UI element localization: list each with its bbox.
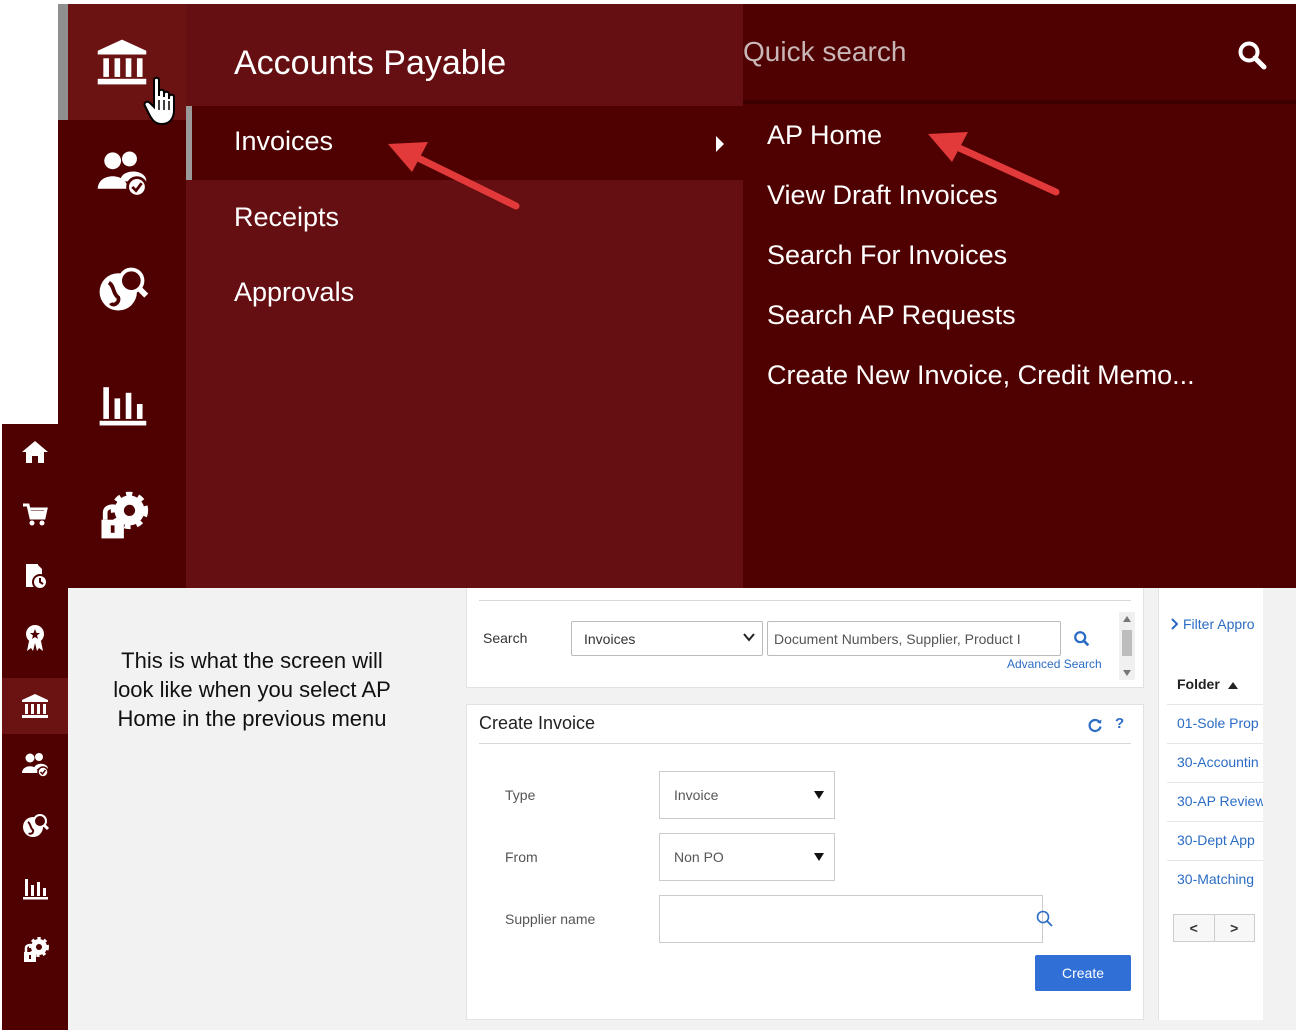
- panel-scrollbar[interactable]: [1119, 612, 1135, 680]
- home-icon[interactable]: [15, 432, 55, 472]
- bank-icon[interactable]: [2, 678, 68, 734]
- scrollbar-thumb[interactable]: [1122, 630, 1132, 656]
- menu-category-column: Accounts Payable Invoices Receipts Appro…: [186, 4, 743, 588]
- filter-approvals-link[interactable]: Filter Appro: [1171, 616, 1255, 632]
- hand-cursor-icon: [143, 76, 175, 126]
- panel-divider: [479, 743, 1131, 744]
- selected-category-indicator: [186, 106, 192, 180]
- menu-submenu-column: Quick search AP Home View Draft Invoices…: [743, 4, 1296, 588]
- folder-column-header[interactable]: Folder: [1177, 676, 1238, 692]
- folder-row[interactable]: 01-Sole Prop: [1167, 704, 1263, 742]
- active-icon-indicator: [58, 4, 68, 120]
- cart-icon[interactable]: [15, 494, 55, 534]
- search-type-select[interactable]: Invoices: [571, 621, 763, 656]
- from-label: From: [505, 849, 538, 865]
- globe-search-icon[interactable]: [15, 806, 55, 846]
- sort-asc-icon: [1227, 681, 1238, 689]
- submenu-item-search-for-invoices[interactable]: Search For Invoices: [767, 240, 1007, 271]
- folder-row[interactable]: 30-AP Review: [1167, 782, 1263, 820]
- advanced-search-link[interactable]: Advanced Search: [1007, 657, 1102, 671]
- create-button[interactable]: Create: [1035, 955, 1131, 991]
- search-button[interactable]: [1065, 621, 1099, 656]
- mega-menu: Accounts Payable Invoices Receipts Appro…: [58, 4, 1296, 588]
- gear-lock-icon[interactable]: [15, 930, 55, 970]
- globe-search-icon[interactable]: [92, 260, 152, 320]
- panel-divider: [479, 600, 1131, 601]
- quick-search-bar[interactable]: Quick search: [743, 4, 1296, 104]
- supplier-name-label: Supplier name: [505, 911, 596, 927]
- document-clock-icon[interactable]: [15, 556, 55, 596]
- filter-approvals-label: Filter Appro: [1183, 616, 1255, 632]
- create-invoice-panel: Create Invoice ? Type Invoice From Non P…: [466, 704, 1144, 1020]
- scroll-up-icon[interactable]: [1123, 616, 1131, 622]
- users-icon[interactable]: [15, 744, 55, 784]
- supplier-search-icon[interactable]: [1035, 909, 1055, 929]
- search-type-value: Invoices: [584, 631, 636, 647]
- submenu-arrow-icon: [716, 136, 724, 152]
- bar-chart-icon[interactable]: [92, 374, 152, 434]
- quick-search-input[interactable]: Quick search: [743, 36, 906, 68]
- menu-item-approvals[interactable]: Approvals: [234, 277, 354, 308]
- create-invoice-title: Create Invoice: [479, 713, 596, 733]
- refresh-icon[interactable]: [1087, 717, 1103, 733]
- submenu-item-create-new-invoice[interactable]: Create New Invoice, Credit Memo...: [767, 360, 1195, 391]
- scroll-down-icon[interactable]: [1123, 670, 1131, 676]
- chevron-right-icon: [1171, 618, 1179, 630]
- document-search-input[interactable]: Document Numbers, Supplier, Product I: [767, 621, 1061, 656]
- menu-item-invoices[interactable]: Invoices: [234, 126, 333, 157]
- approvals-panel: Filter Appro Folder 01-Sole Prop 30-Acco…: [1158, 586, 1263, 1020]
- chevron-down-icon: [743, 633, 755, 642]
- menu-section-title: Accounts Payable: [234, 44, 507, 82]
- folder-row[interactable]: 30-Matching: [1167, 860, 1263, 898]
- menu-icon-column: [58, 4, 186, 588]
- award-icon[interactable]: [15, 618, 55, 658]
- type-label: Type: [505, 787, 536, 803]
- supplier-name-input[interactable]: [659, 895, 1043, 943]
- folder-row[interactable]: 30-Accountin: [1167, 743, 1263, 781]
- bar-chart-icon[interactable]: [15, 868, 55, 908]
- pager-next-button[interactable]: >: [1213, 915, 1255, 941]
- type-dropdown[interactable]: Invoice: [659, 771, 835, 819]
- gear-lock-icon[interactable]: [92, 486, 152, 546]
- from-value: Non PO: [674, 849, 724, 865]
- folder-header-label: Folder: [1177, 676, 1220, 692]
- folder-pager: < >: [1173, 914, 1255, 942]
- dropdown-arrow-icon: [814, 791, 824, 799]
- search-panel: Search Invoices Document Numbers, Suppli…: [466, 586, 1144, 688]
- users-icon[interactable]: [92, 142, 152, 202]
- search-icon[interactable]: [1237, 40, 1267, 70]
- dropdown-arrow-icon: [814, 853, 824, 861]
- submenu-item-search-ap-requests[interactable]: Search AP Requests: [767, 300, 1016, 331]
- search-icon: [1074, 630, 1090, 646]
- annotation-arrow-ap-home: [928, 132, 1060, 196]
- search-label: Search: [483, 630, 528, 646]
- folder-row[interactable]: 30-Dept App: [1167, 821, 1263, 859]
- from-dropdown[interactable]: Non PO: [659, 833, 835, 881]
- type-value: Invoice: [674, 787, 719, 803]
- instruction-caption: This is what the screen will look like w…: [113, 648, 391, 731]
- pager-prev-button[interactable]: <: [1174, 915, 1214, 941]
- submenu-item-ap-home[interactable]: AP Home: [767, 120, 882, 151]
- menu-item-receipts[interactable]: Receipts: [234, 202, 339, 233]
- annotation-arrow-invoices: [388, 142, 520, 210]
- help-icon[interactable]: ?: [1115, 715, 1124, 732]
